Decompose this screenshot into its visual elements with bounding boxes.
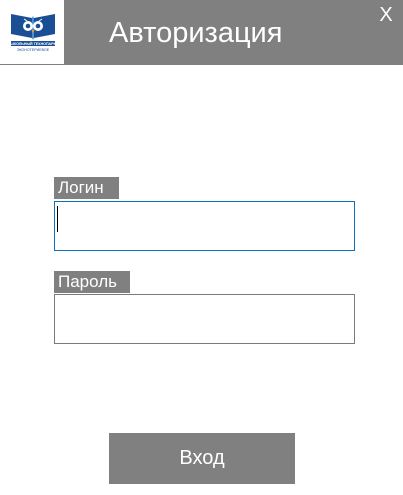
login-label: Логин xyxy=(54,177,119,199)
password-input[interactable] xyxy=(54,294,355,344)
login-button[interactable]: Вход xyxy=(109,433,295,484)
logo: ШКОЛЬНЫЙ ТЕХНОПАРК ЭКОНОТЕРИЕВОЕ xyxy=(0,0,64,64)
title-bar: ШКОЛЬНЫЙ ТЕХНОПАРК ЭКОНОТЕРИЕВОЕ Авториз… xyxy=(0,0,403,65)
window-title: Авторизация xyxy=(109,17,283,49)
close-button[interactable]: X xyxy=(377,4,395,26)
open-book-owl-logo-icon: ШКОЛЬНЫЙ ТЕХНОПАРК ЭКОНОТЕРИЕВОЕ xyxy=(8,8,58,56)
text-caret xyxy=(57,206,58,232)
logo-text-line2: ЭКОНОТЕРИЕВОЕ xyxy=(17,48,50,52)
password-label: Пароль xyxy=(54,271,130,293)
auth-window: ШКОЛЬНЫЙ ТЕХНОПАРК ЭКОНОТЕРИЕВОЕ Авториз… xyxy=(0,0,403,495)
login-input[interactable] xyxy=(54,201,355,251)
logo-text-line1: ШКОЛЬНЫЙ ТЕХНОПАРК xyxy=(10,42,56,46)
